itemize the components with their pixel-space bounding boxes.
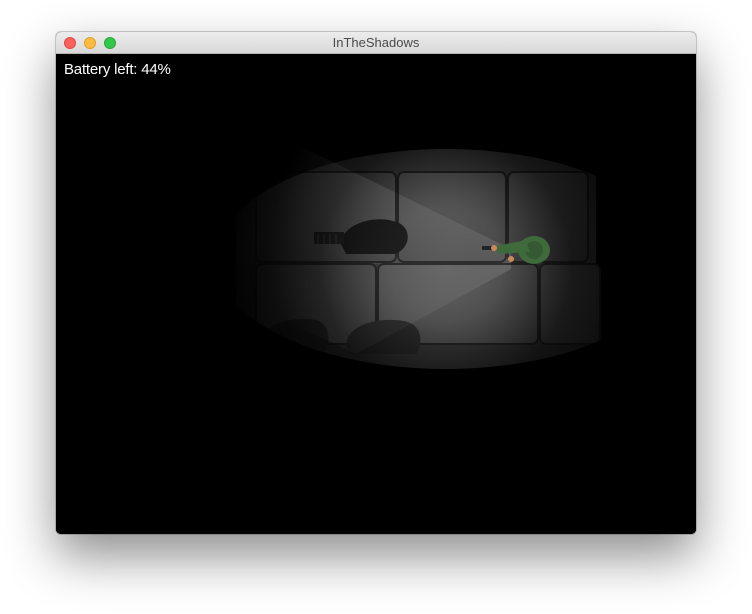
game-viewport[interactable]: Battery left: 44%	[56, 54, 696, 534]
app-window: InTheShadows Battery left: 44%	[56, 32, 696, 534]
flashlight-icon	[482, 246, 492, 250]
game-scene	[56, 54, 696, 534]
stone-block	[539, 263, 601, 345]
window-title: InTheShadows	[332, 35, 420, 50]
title-bar[interactable]: InTheShadows	[56, 32, 696, 54]
battery-indicator: Battery left: 44%	[64, 61, 171, 78]
